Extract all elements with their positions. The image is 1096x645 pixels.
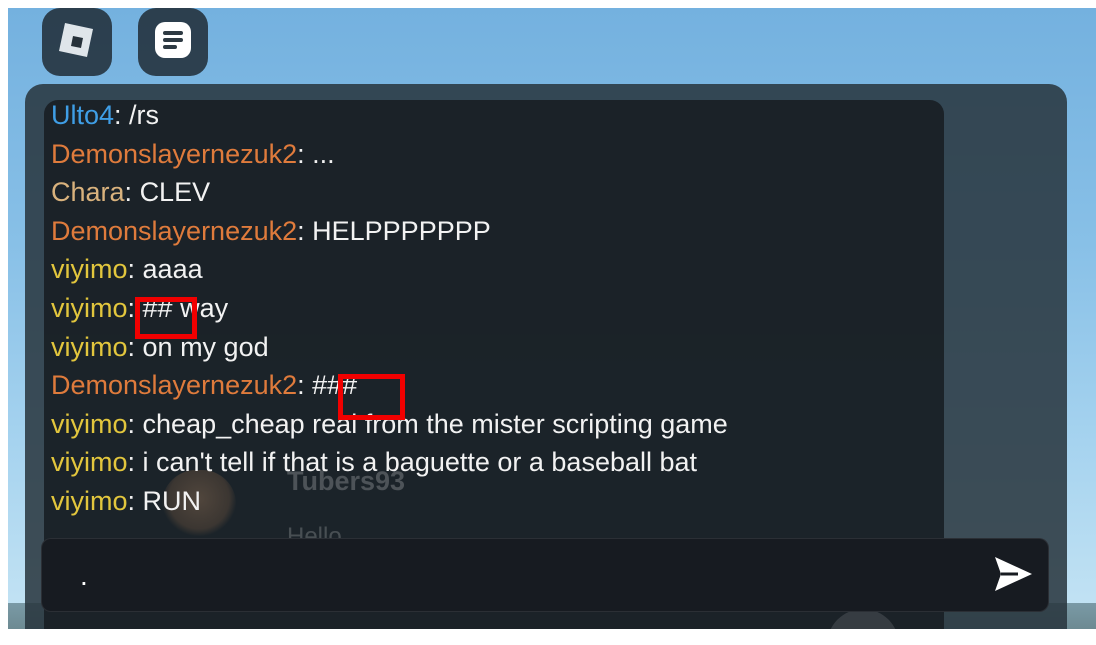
message-text: RUN — [142, 485, 202, 516]
chat-message: viyimo: i can't tell if that is a baguet… — [51, 447, 698, 478]
roblox-logo-icon — [56, 19, 98, 65]
message-author: viyimo — [51, 331, 128, 362]
message-text: HELPPPPPPP — [312, 215, 491, 246]
chat-message: Demonslayernezuk2: HELPPPPPPP — [51, 215, 491, 246]
message-text: cheap_cheap real from the mister scripti… — [142, 408, 728, 439]
chat-message: Demonslayernezuk2: ... — [51, 138, 335, 169]
message-author: viyimo — [51, 447, 128, 478]
message-author: viyimo — [51, 254, 128, 285]
chat-message-input[interactable] — [78, 553, 982, 599]
send-icon — [990, 551, 1036, 601]
chat-message: viyimo: RUN — [51, 485, 202, 516]
message-text: /rs — [129, 100, 160, 130]
chat-message: Chara: CLEV — [51, 177, 211, 208]
message-author: viyimo — [51, 292, 128, 323]
censored-text-highlight — [135, 297, 197, 339]
message-text: CLEV — [139, 177, 211, 208]
message-author: Demonslayernezuk2 — [51, 215, 298, 246]
chat-message: viyimo: cheap_cheap real from the mister… — [51, 408, 728, 439]
chat-icon — [151, 18, 195, 66]
message-text: i can't tell if that is a baguette or a … — [142, 447, 698, 478]
message-text: aaaa — [142, 254, 203, 285]
chat-message: Ulto4: /rs — [51, 100, 160, 130]
censored-text-highlight — [338, 374, 405, 420]
chat-message: Demonslayernezuk2: ### — [51, 370, 358, 401]
message-author: Demonslayernezuk2 — [51, 370, 298, 401]
chat-input-bar — [41, 538, 1049, 612]
message-author: viyimo — [51, 485, 128, 516]
message-author: Ulto4 — [51, 100, 115, 130]
chat-toggle-button[interactable] — [138, 8, 208, 76]
send-message-button[interactable] — [986, 549, 1040, 603]
message-author: Chara — [51, 177, 125, 208]
message-author: viyimo — [51, 408, 128, 439]
message-text: ... — [312, 138, 335, 169]
chat-message: viyimo: aaaa — [51, 254, 203, 285]
roblox-menu-button[interactable] — [42, 8, 112, 76]
message-author: Demonslayernezuk2 — [51, 138, 298, 169]
